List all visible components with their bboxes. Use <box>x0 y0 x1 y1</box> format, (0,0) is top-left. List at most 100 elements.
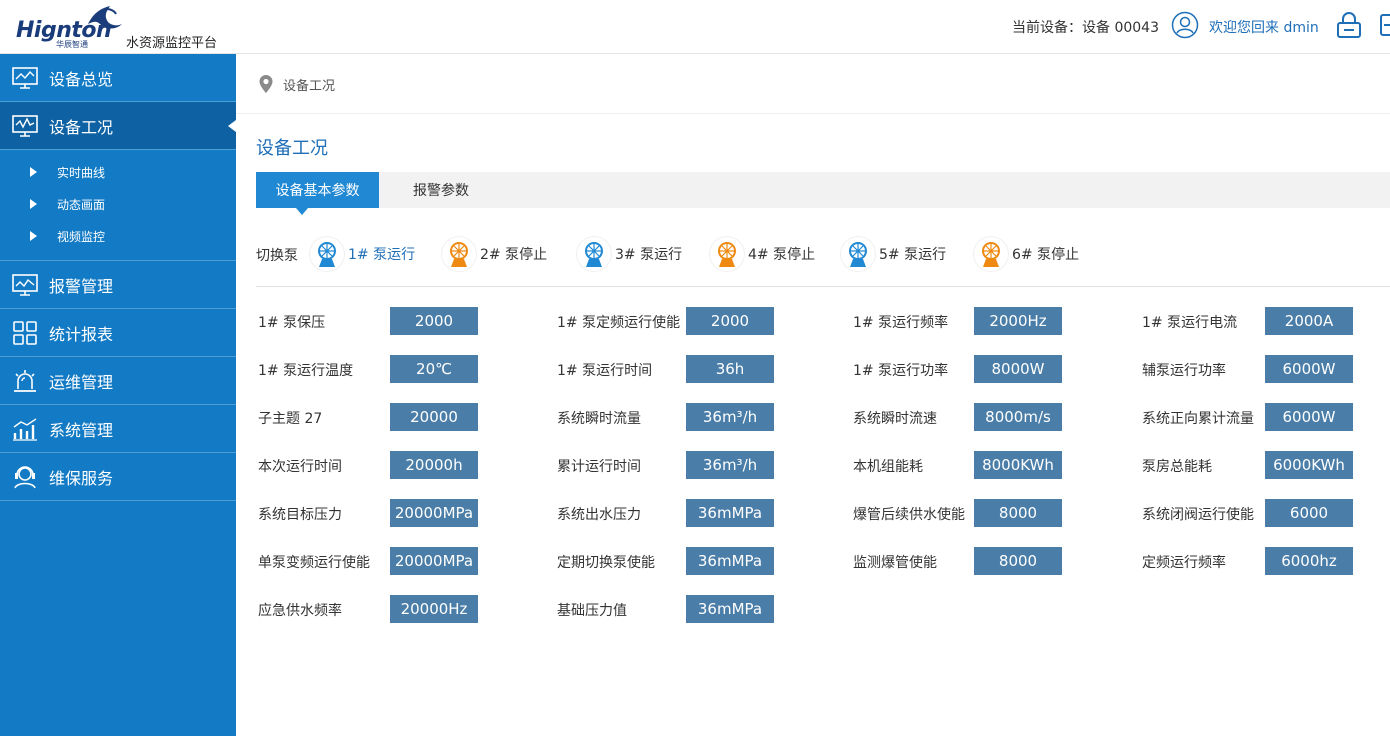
param-label: 子主题 27 <box>258 411 323 427</box>
sidebar-item-label: 设备总览 <box>49 69 114 89</box>
breadcrumb: 设备工况 <box>236 54 1390 114</box>
pump-6-toggle[interactable]: 6# 泵停止 <box>974 236 1079 272</box>
param-value: 2000A <box>1265 307 1353 335</box>
welcome-user-text[interactable]: 欢迎您回来 dmin <box>1209 17 1319 37</box>
pump-label: 6# 泵停止 <box>1012 247 1080 263</box>
param-label: 1# 泵保压 <box>258 315 326 331</box>
sidebar-item-device-overview[interactable]: 设备总览 <box>0 54 236 102</box>
param-label: 应急供水频率 <box>258 603 342 619</box>
sidebar-subitem-dynamic-view[interactable]: 动态画面 <box>0 188 236 220</box>
sidebar-subitem-realtime-curve[interactable]: 实时曲线 <box>0 156 236 188</box>
pump-label: 1# 泵运行 <box>348 247 416 263</box>
monitor-chart-icon <box>12 114 38 138</box>
param-value: 8000m/s <box>974 403 1062 431</box>
pump-switch-row: 切换泵 1# 泵运行 2# 泵停止 3# 泵运行 4# 泵停止 5# 泵运行 6… <box>256 236 1390 272</box>
pump-3-toggle[interactable]: 3# 泵运行 <box>577 236 682 272</box>
param-value: 36mMPa <box>686 547 774 575</box>
param-value: 36mMPa <box>686 499 774 527</box>
tab-alarm-params[interactable]: 报警参数 <box>379 172 503 208</box>
grid-icon <box>12 320 38 345</box>
param-value: 20000MPa <box>390 547 478 575</box>
param-value: 6000hz <box>1265 547 1353 575</box>
location-pin-icon <box>259 75 273 93</box>
param-label: 系统闭阀运行使能 <box>1142 507 1254 523</box>
sidebar-item-label: 系统管理 <box>49 420 114 440</box>
breadcrumb-current[interactable]: 设备工况 <box>283 75 335 94</box>
sidebar-item-device-status[interactable]: 设备工况 <box>0 102 236 150</box>
sidebar-item-maintenance-service[interactable]: 维保服务 <box>0 453 236 501</box>
sidebar-item-label: 设备工况 <box>49 117 114 137</box>
param-value: 20000Hz <box>390 595 478 623</box>
param-value: 20℃ <box>390 355 478 383</box>
brand-logo[interactable]: Hignton 华辰智通 水资源监控平台 <box>14 4 234 51</box>
param-label: 定频运行频率 <box>1142 555 1226 571</box>
logo-subtext: 华辰智通 <box>56 40 88 49</box>
param-value: 2000Hz <box>974 307 1062 335</box>
param-label: 1# 泵运行频率 <box>853 315 949 331</box>
param-value: 6000KWh <box>1265 451 1353 479</box>
param-value: 2000 <box>686 307 774 335</box>
sidebar-item-label: 统计报表 <box>49 324 114 344</box>
bird-logo-icon <box>88 6 122 29</box>
tab-basic-params[interactable]: 设备基本参数 <box>256 172 379 215</box>
param-value: 36h <box>686 355 774 383</box>
pump-running-icon <box>310 237 344 271</box>
monitor-icon <box>12 66 38 90</box>
param-value: 8000 <box>974 547 1062 575</box>
lock-icon[interactable] <box>1336 11 1362 39</box>
alarm-monitor-icon <box>12 273 38 297</box>
sidebar-item-alarm-management[interactable]: 报警管理 <box>0 261 236 309</box>
param-label: 1# 泵运行温度 <box>258 363 354 379</box>
param-label: 系统正向累计流量 <box>1142 411 1254 427</box>
user-avatar-icon[interactable] <box>1171 11 1199 39</box>
top-header: Hignton 华辰智通 水资源监控平台 当前设备：设备 00043 欢迎您回来… <box>0 0 1390 54</box>
pump-label: 2# 泵停止 <box>480 247 548 263</box>
sidebar-item-statistics-report[interactable]: 统计报表 <box>0 309 236 357</box>
sidebar-item-label: 报警管理 <box>49 276 114 296</box>
current-device-label: 当前设备：设备 00043 <box>1012 20 1159 36</box>
param-label: 1# 泵定频运行使能 <box>557 315 681 331</box>
logout-icon[interactable] <box>1380 14 1390 36</box>
sidebar-item-system-management[interactable]: 系统管理 <box>0 405 236 453</box>
pump-2-toggle[interactable]: 2# 泵停止 <box>442 236 547 272</box>
param-label: 本次运行时间 <box>258 459 342 475</box>
pump-5-toggle[interactable]: 5# 泵运行 <box>841 236 946 272</box>
param-label: 系统出水压力 <box>557 507 641 523</box>
pump-4-toggle[interactable]: 4# 泵停止 <box>710 236 815 272</box>
param-label: 系统瞬时流量 <box>557 411 641 427</box>
platform-name: 水资源监控平台 <box>126 36 218 51</box>
triangle-right-icon <box>30 199 37 209</box>
section-divider <box>256 286 1390 287</box>
param-label: 1# 泵运行时间 <box>557 363 653 379</box>
sidebar-item-label: 运维管理 <box>49 372 114 392</box>
sidebar-subnav: 实时曲线 动态画面 视频监控 <box>0 150 236 261</box>
sidebar-subitem-label: 实时曲线 <box>57 165 106 180</box>
param-value: 36mMPa <box>686 595 774 623</box>
sidebar-nav: 设备总览 设备工况 实时曲线 动态画面 视频监控 报警管理 统计报表 运维管理 … <box>0 54 236 736</box>
pump-label: 5# 泵运行 <box>879 247 947 263</box>
param-value: 8000 <box>974 499 1062 527</box>
bar-chart-icon <box>12 417 38 441</box>
pump-label: 3# 泵运行 <box>615 247 683 263</box>
param-label: 系统瞬时流速 <box>853 411 937 427</box>
pump-stopped-icon <box>442 237 476 271</box>
param-label: 爆管后续供水使能 <box>853 507 965 523</box>
param-value: 20000h <box>390 451 478 479</box>
page-title: 设备工况 <box>256 138 328 159</box>
param-value: 6000 <box>1265 499 1353 527</box>
param-label: 基础压力值 <box>557 603 627 619</box>
sidebar-item-ops-management[interactable]: 运维管理 <box>0 357 236 405</box>
param-label: 本机组能耗 <box>853 459 923 475</box>
sidebar-item-label: 维保服务 <box>49 468 114 488</box>
sidebar-subitem-video-monitor[interactable]: 视频监控 <box>0 220 236 252</box>
pump-1-toggle[interactable]: 1# 泵运行 <box>310 236 415 272</box>
sidebar-subitem-label: 视频监控 <box>57 229 106 244</box>
support-icon <box>12 465 38 489</box>
param-label: 泵房总能耗 <box>1142 459 1212 475</box>
triangle-right-icon <box>30 231 37 241</box>
param-value: 2000 <box>390 307 478 335</box>
pump-switch-label: 切换泵 <box>256 248 298 264</box>
param-value: 6000W <box>1265 403 1353 431</box>
pump-running-icon <box>841 237 875 271</box>
pump-stopped-icon <box>710 237 744 271</box>
